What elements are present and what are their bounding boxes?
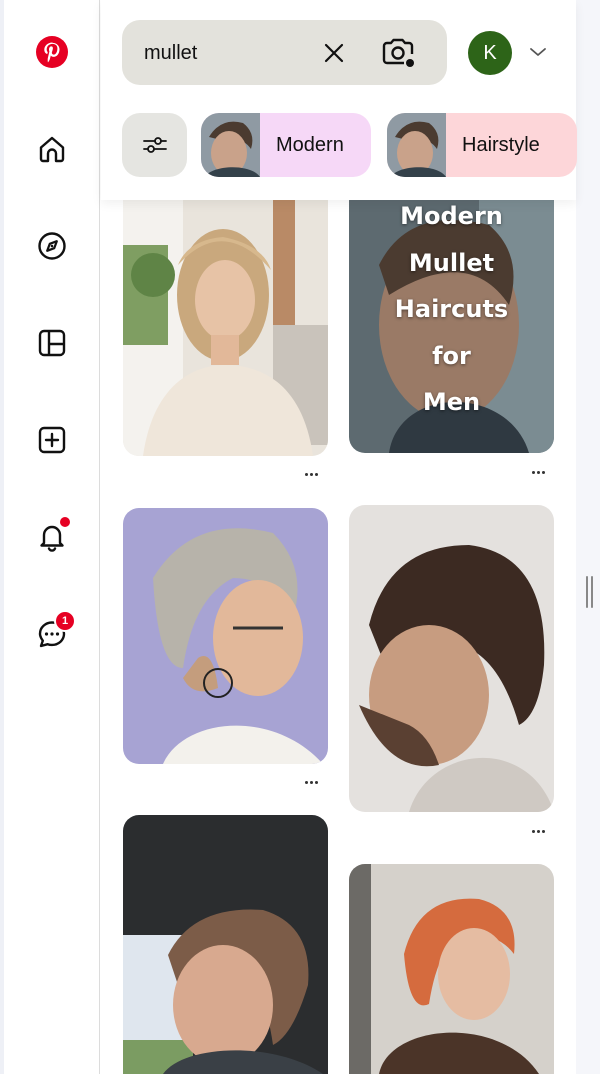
visual-search-button[interactable] — [378, 34, 418, 72]
rail-edge — [0, 0, 4, 1074]
sliders-icon — [142, 137, 167, 153]
pin-more-button[interactable] — [299, 467, 323, 481]
overlay-line: Men — [422, 388, 481, 416]
pin-copper-mullet[interactable] — [349, 864, 554, 1074]
search-bar[interactable]: mullet — [122, 20, 447, 85]
pin-image — [349, 505, 554, 812]
pin-woman-shag-mullet[interactable] — [123, 185, 328, 456]
account-menu-button[interactable] — [528, 42, 548, 62]
pinterest-app: 1 Modern Mullet Haircuts for Men mullet … — [0, 0, 600, 1074]
pinterest-logo[interactable] — [26, 26, 78, 78]
pin-modern-mullet-haircuts-men[interactable]: Modern Mullet Haircuts for Men — [349, 185, 554, 453]
pin-textured-mullet-car[interactable] — [123, 815, 328, 1074]
boards-icon — [38, 329, 66, 357]
chip-thumbnail — [201, 113, 260, 177]
home-icon — [39, 136, 65, 163]
overlay-line: Haircuts — [394, 295, 509, 323]
create-icon — [38, 426, 66, 454]
filters-button[interactable] — [122, 113, 187, 177]
explore-nav-button[interactable] — [26, 220, 78, 272]
avatar-initial: K — [483, 41, 497, 64]
camera-search-icon — [382, 38, 414, 67]
clear-search-button[interactable] — [318, 37, 350, 69]
pin-image — [123, 508, 328, 764]
left-nav-rail: 1 — [0, 0, 100, 1074]
chip-thumbnail-image — [387, 113, 446, 177]
chip-label: Modern — [276, 133, 344, 156]
notification-dot — [60, 517, 70, 527]
chip-thumbnail-image — [201, 113, 260, 177]
notifications-nav-button[interactable] — [26, 511, 78, 563]
pin-pixie-mullet-glasses[interactable] — [123, 508, 328, 764]
account-avatar[interactable]: K — [468, 31, 512, 75]
pin-curly-mullet-fade[interactable] — [349, 505, 554, 812]
overlay-line: Mullet — [408, 248, 495, 277]
home-nav-button[interactable] — [26, 123, 78, 175]
pin-more-button[interactable] — [526, 465, 550, 479]
panel-resize-handle[interactable] — [586, 576, 594, 608]
chip-label: Hairstyle — [462, 133, 540, 156]
chevron-down-icon — [530, 48, 546, 56]
top-header: mullet K Modern Hairstyle — [101, 0, 577, 200]
message-count-badge: 1 — [54, 610, 76, 632]
pin-overlay-text: Modern Mullet Haircuts for Men — [349, 193, 554, 426]
boards-nav-button[interactable] — [26, 317, 78, 369]
explore-icon — [38, 232, 66, 260]
pin-more-button[interactable] — [526, 824, 550, 838]
pin-image — [123, 185, 328, 456]
overlay-line: for — [432, 341, 471, 370]
chip-thumbnail — [387, 113, 446, 177]
filter-chip-modern[interactable]: Modern — [201, 113, 371, 177]
right-panel-edge — [576, 0, 600, 1074]
pin-more-button[interactable] — [299, 775, 323, 789]
messages-nav-button[interactable]: 1 — [26, 608, 78, 660]
create-nav-button[interactable] — [26, 414, 78, 466]
filter-chip-hairstyle[interactable]: Hairstyle — [387, 113, 577, 177]
pin-image — [349, 864, 554, 1074]
close-icon — [324, 43, 344, 63]
pin-image — [123, 815, 328, 1074]
pinterest-logo-icon — [36, 36, 68, 68]
search-input[interactable]: mullet — [144, 42, 197, 65]
